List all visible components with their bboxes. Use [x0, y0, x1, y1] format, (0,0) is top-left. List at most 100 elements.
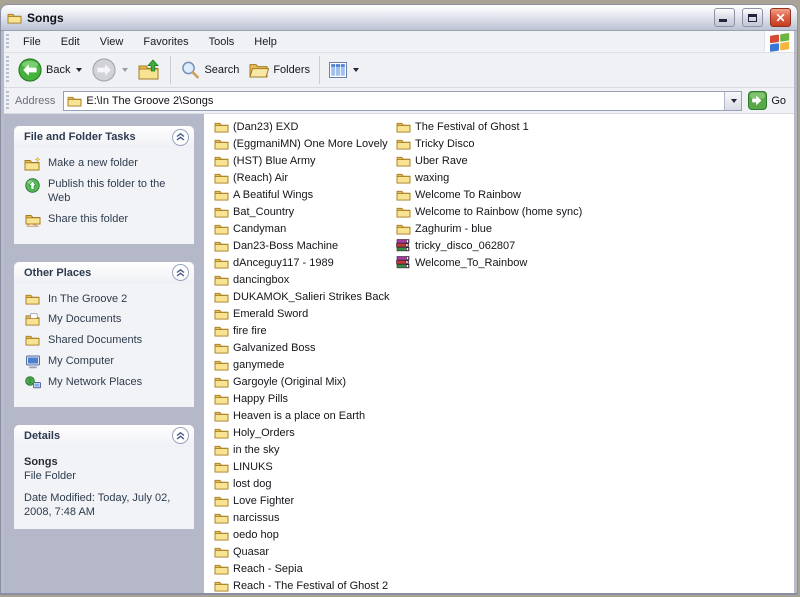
- folders-button[interactable]: Folders: [244, 55, 315, 86]
- window-chrome: File Edit View Favorites Tools Help Back Sear…: [4, 31, 794, 593]
- file-item[interactable]: Galvanized Boss: [214, 339, 390, 356]
- views-button[interactable]: [324, 55, 364, 86]
- file-item[interactable]: Love Fighter: [214, 492, 390, 509]
- file-item[interactable]: dAnceguy117 - 1989: [214, 254, 390, 271]
- network-places-icon: [24, 375, 41, 390]
- menu-item-favorites[interactable]: Favorites: [133, 31, 198, 52]
- folder-icon: [396, 121, 412, 133]
- file-item-label: Holy_Orders: [233, 426, 295, 439]
- file-item-label: dAnceguy117 - 1989: [233, 256, 334, 269]
- file-item[interactable]: fire fire: [214, 322, 390, 339]
- close-button[interactable]: ✕: [770, 8, 791, 27]
- forward-icon: [92, 58, 117, 82]
- window-folder-icon[interactable]: [7, 12, 22, 24]
- forward-button[interactable]: [87, 55, 133, 86]
- up-button[interactable]: [133, 55, 166, 86]
- chevron-up-icon: [176, 268, 185, 277]
- file-item[interactable]: Welcome To Rainbow: [396, 186, 582, 203]
- file-item[interactable]: Bat_Country: [214, 203, 390, 220]
- file-item[interactable]: Gargoyle (Original Mix): [214, 373, 390, 390]
- file-item[interactable]: (EggmaniMN) One More Lovely: [214, 135, 390, 152]
- addressbar-grip-handle[interactable]: [6, 91, 9, 110]
- folder-icon: [24, 334, 41, 346]
- folder-icon: [214, 121, 230, 133]
- go-button[interactable]: Go: [748, 91, 786, 110]
- address-input[interactable]: E:\In The Groove 2\Songs: [63, 90, 743, 111]
- file-item[interactable]: tricky_disco_062807: [396, 237, 582, 254]
- sidebar-link[interactable]: My Network Places: [24, 376, 188, 390]
- file-item[interactable]: Welcome_To_Rainbow: [396, 254, 582, 271]
- maximize-button[interactable]: [742, 8, 763, 27]
- file-item[interactable]: (HST) Blue Army: [214, 152, 390, 169]
- file-item[interactable]: (Reach) Air: [214, 169, 390, 186]
- file-item-label: LINUKS: [233, 460, 273, 473]
- file-item[interactable]: Happy Pills: [214, 390, 390, 407]
- collapse-chevron-button[interactable]: [172, 427, 189, 445]
- address-dropdown-button[interactable]: [724, 91, 742, 110]
- file-item[interactable]: lost dog: [214, 475, 390, 492]
- file-item[interactable]: Uber Rave: [396, 152, 582, 169]
- toolbar-grip-handle[interactable]: [6, 56, 9, 84]
- other-places-header[interactable]: Other Places: [14, 261, 194, 284]
- collapse-chevron-button[interactable]: [172, 128, 189, 146]
- file-item-label: waxing: [415, 171, 450, 184]
- sidebar-link-label: Share this folder: [48, 212, 129, 225]
- file-item[interactable]: narcissus: [214, 509, 390, 526]
- menu-items: File Edit View Favorites Tools Help: [13, 31, 287, 52]
- menubar-grip-handle[interactable]: [6, 34, 9, 49]
- back-label: Back: [46, 64, 71, 76]
- file-item[interactable]: LINUKS: [214, 458, 390, 475]
- sidebar-link[interactable]: In The Groove 2: [24, 293, 188, 307]
- file-item[interactable]: Quasar: [214, 543, 390, 560]
- menu-item-file[interactable]: File: [13, 31, 51, 52]
- forward-dropdown-icon: [122, 68, 129, 72]
- details-body: Songs File Folder Date Modified: Today, …: [14, 446, 194, 530]
- file-item[interactable]: A Beatiful Wings: [214, 186, 390, 203]
- file-item[interactable]: Emerald Sword: [214, 305, 390, 322]
- file-item[interactable]: (Dan23) EXD: [214, 118, 390, 135]
- menu-item-view[interactable]: View: [90, 31, 134, 52]
- file-item[interactable]: dancingbox: [214, 271, 390, 288]
- collapse-chevron-button[interactable]: [172, 264, 189, 281]
- sidebar-link[interactable]: My Computer: [24, 355, 188, 369]
- address-label: Address: [15, 94, 56, 107]
- menu-item-help[interactable]: Help: [244, 31, 287, 52]
- panel-title: Details: [24, 429, 61, 442]
- minimize-button[interactable]: [714, 8, 735, 27]
- sidebar-link[interactable]: My Documents: [24, 313, 188, 327]
- menu-item-edit[interactable]: Edit: [51, 31, 90, 52]
- file-item[interactable]: in the sky: [214, 441, 390, 458]
- folder-icon: [214, 308, 230, 320]
- file-item[interactable]: Dan23-Boss Machine: [214, 237, 390, 254]
- sidebar-link[interactable]: Shared Documents: [24, 334, 188, 348]
- file-item[interactable]: DUKAMOK_Salieri Strikes Back: [214, 288, 390, 305]
- file-item-label: The Festival of Ghost 1: [415, 120, 529, 133]
- details-header[interactable]: Details: [14, 424, 194, 447]
- file-item[interactable]: Zaghurim - blue: [396, 220, 582, 237]
- folder-icon: [396, 155, 412, 167]
- file-item[interactable]: waxing: [396, 169, 582, 186]
- file-folder-tasks-header[interactable]: File and Folder Tasks: [14, 126, 194, 148]
- menu-item-tools[interactable]: Tools: [199, 31, 245, 52]
- file-item-label: fire fire: [233, 324, 267, 337]
- file-item[interactable]: Reach - Sepia: [214, 560, 390, 577]
- back-button[interactable]: Back: [13, 55, 87, 86]
- folder-icon: [214, 546, 230, 558]
- sidebar-link[interactable]: Make a new folder: [24, 157, 188, 171]
- sidebar-link[interactable]: Share this folder: [24, 213, 188, 227]
- minimize-icon: [719, 19, 727, 22]
- file-item[interactable]: ganymede: [214, 356, 390, 373]
- file-item[interactable]: Candyman: [214, 220, 390, 237]
- file-item[interactable]: Reach - The Festival of Ghost 2: [214, 577, 390, 593]
- file-item[interactable]: Welcome to Rainbow (home sync): [396, 203, 582, 220]
- search-button[interactable]: Search: [175, 55, 244, 86]
- file-item[interactable]: Heaven is a place on Earth: [214, 407, 390, 424]
- file-item[interactable]: Holy_Orders: [214, 424, 390, 441]
- sidebar-link[interactable]: Publish this folder to the Web: [24, 178, 188, 206]
- file-item[interactable]: oedo hop: [214, 526, 390, 543]
- file-item[interactable]: The Festival of Ghost 1: [396, 118, 582, 135]
- file-item-label: Welcome_To_Rainbow: [415, 256, 528, 269]
- folder-icon: [396, 189, 412, 201]
- file-item[interactable]: Tricky Disco: [396, 135, 582, 152]
- file-item-label: Zaghurim - blue: [415, 222, 493, 235]
